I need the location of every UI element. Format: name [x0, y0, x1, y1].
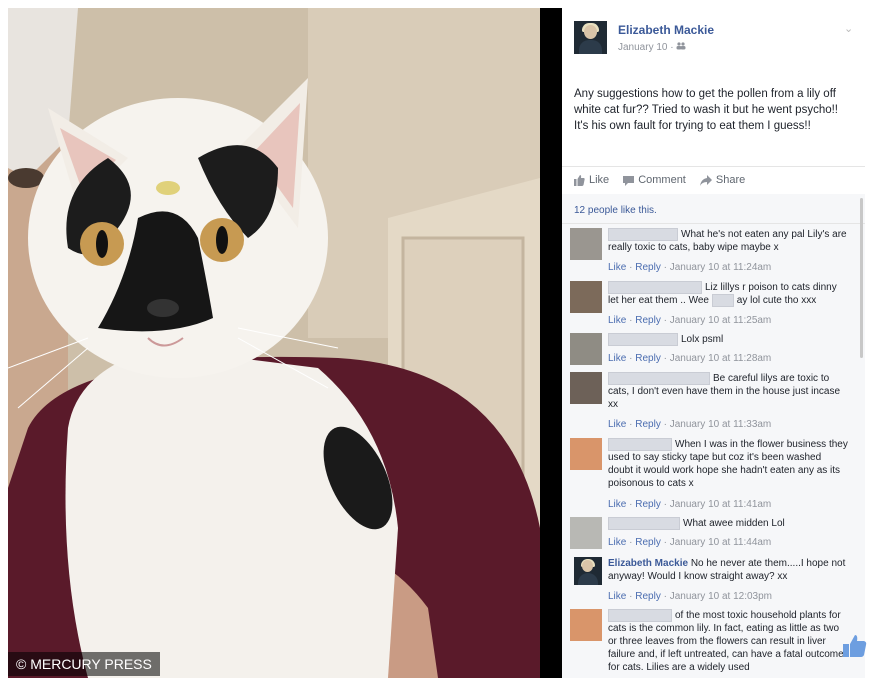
comment-like-link[interactable]: Like [608, 353, 626, 364]
thumbs-up-icon [842, 633, 868, 659]
comment-body: Elizabeth Mackie No he never ate them...… [608, 557, 848, 583]
post-date[interactable]: January 10 · [618, 42, 686, 53]
cat-illustration [8, 8, 540, 678]
comment-reply-link[interactable]: Reply [635, 499, 661, 510]
commenter-avatar[interactable] [570, 517, 602, 549]
comment-meta: Like · Reply · January 10 at 11:44am [608, 537, 772, 548]
post-date-text[interactable]: January 10 · [618, 42, 676, 53]
comment-time[interactable]: January 10 at 11:24am [670, 262, 772, 273]
comment-reply-link[interactable]: Reply [635, 591, 661, 602]
comment-body: Lolx psml [608, 333, 848, 346]
cat-photo [8, 8, 540, 678]
comment-time[interactable]: January 10 at 12:03pm [670, 591, 772, 602]
watermark: © MERCURY PRESS [8, 652, 160, 676]
commenter-avatar[interactable] [574, 557, 602, 585]
comment-time[interactable]: January 10 at 11:44am [670, 537, 772, 548]
redacted-name [608, 372, 710, 385]
comment-like-link[interactable]: Like [608, 419, 626, 430]
redacted-name [711, 294, 734, 308]
scrollbar[interactable] [860, 198, 863, 358]
commenter-avatar[interactable] [570, 228, 602, 260]
thumbs-up-icon [574, 174, 585, 186]
redacted-name [608, 333, 678, 346]
comment-time[interactable]: January 10 at 11:33am [670, 419, 772, 430]
comment-body: When I was in the flower business they u… [608, 438, 848, 490]
comment-like-link[interactable]: Like [608, 591, 626, 602]
post-actions: Like Comment Share [574, 174, 745, 186]
comment-meta: Like · Reply · January 10 at 12:03pm [608, 591, 773, 602]
post-panel: Elizabeth Mackie January 10 · ⌄ Any sugg… [562, 8, 865, 678]
redacted-name [608, 609, 672, 622]
comment-button[interactable]: Comment [623, 174, 686, 186]
comment-like-link[interactable]: Like [608, 262, 626, 273]
comment-text-2: ay lol cute tho xxx [736, 295, 817, 307]
commenter-avatar[interactable] [570, 281, 602, 313]
comment-meta: Like · Reply · January 10 at 11:25am [608, 315, 772, 326]
comment-text: What awee midden Lol [683, 518, 785, 530]
comment-reply-link[interactable]: Reply [635, 262, 661, 273]
comment-meta: Like · Reply · January 10 at 11:28am [608, 353, 772, 364]
comment-time[interactable]: January 10 at 11:41am [670, 499, 772, 510]
comment-text: Lolx psml [681, 334, 724, 346]
chevron-down-icon[interactable]: ⌄ [844, 22, 853, 35]
commenter-avatar[interactable] [570, 438, 602, 470]
comment-body: of the most toxic household plants for c… [608, 609, 848, 674]
comment-body: What he's not eaten any pal Lily's are r… [608, 228, 848, 254]
comment-time[interactable]: January 10 at 11:25am [670, 315, 772, 326]
comment-body: What awee midden Lol [608, 517, 848, 530]
poster-name[interactable]: Elizabeth Mackie [618, 23, 714, 37]
comment-meta: Like · Reply · January 10 at 11:24am [608, 262, 772, 273]
comment-like-link[interactable]: Like [608, 537, 626, 548]
commenter-name[interactable]: Elizabeth Mackie [608, 558, 688, 569]
like-label[interactable]: Like [589, 174, 609, 186]
likes-count[interactable]: 12 people like this. [574, 205, 657, 216]
divider [562, 223, 865, 224]
comment-like-link[interactable]: Like [608, 315, 626, 326]
poster-avatar[interactable] [574, 21, 607, 54]
comment-icon [623, 175, 635, 186]
redacted-name [608, 281, 702, 294]
post-text: Any suggestions how to get the pollen fr… [574, 88, 839, 132]
divider-bar [540, 8, 562, 678]
friends-icon [676, 42, 686, 50]
share-icon [699, 174, 712, 186]
redacted-name [608, 228, 678, 241]
commenter-avatar[interactable] [570, 372, 602, 404]
redacted-name [608, 438, 672, 451]
comment-meta: Like · Reply · January 10 at 11:41am [608, 499, 772, 510]
comment-reply-link[interactable]: Reply [635, 353, 661, 364]
comment-reply-link[interactable]: Reply [635, 537, 661, 548]
comment-time[interactable]: January 10 at 11:28am [670, 353, 772, 364]
redacted-name [608, 517, 680, 530]
commenter-avatar[interactable] [570, 333, 602, 365]
comment-reply-link[interactable]: Reply [635, 315, 661, 326]
share-button[interactable]: Share [699, 174, 745, 186]
share-label[interactable]: Share [716, 174, 745, 186]
comment-meta: Like · Reply · January 10 at 11:33am [608, 419, 772, 430]
comment-like-link[interactable]: Like [608, 499, 626, 510]
commenter-avatar[interactable] [570, 609, 602, 641]
divider [562, 166, 865, 167]
comment-reply-link[interactable]: Reply [635, 419, 661, 430]
comment-body: Be careful lilys are toxic to cats, I do… [608, 372, 848, 411]
like-button[interactable]: Like [574, 174, 609, 186]
comment-body: Liz lillys r poison to cats dinny let he… [608, 281, 848, 308]
comment-label[interactable]: Comment [638, 174, 686, 186]
